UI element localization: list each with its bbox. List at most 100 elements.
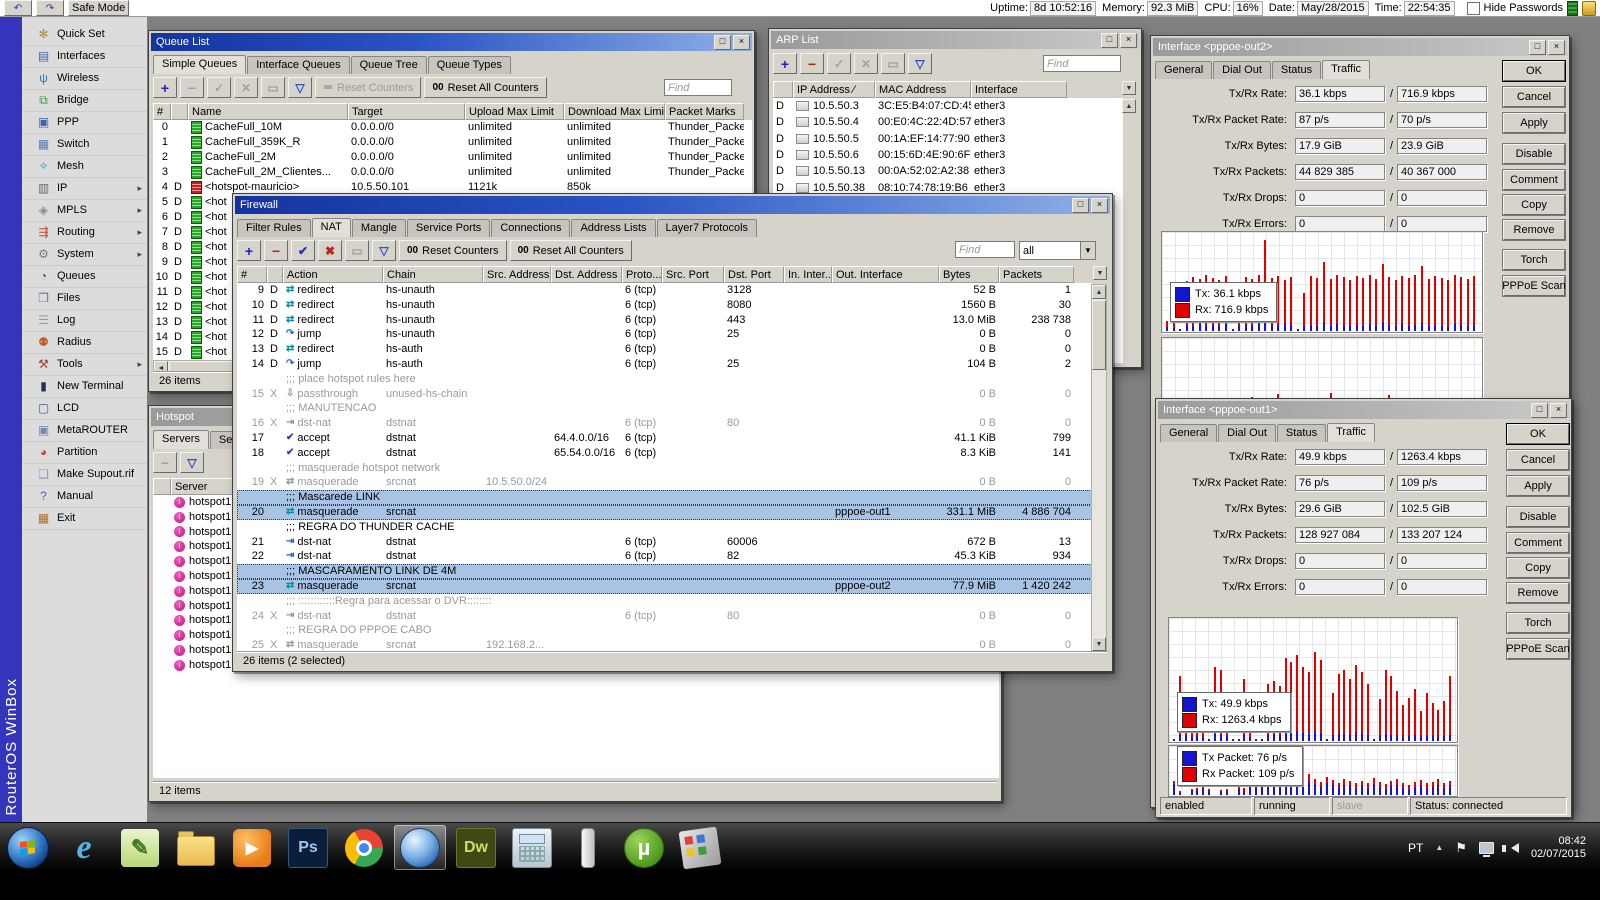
pppoe-out2-tab-dial-out[interactable]: Dial Out bbox=[1213, 61, 1271, 79]
column-header-flag[interactable] bbox=[773, 81, 793, 98]
close-button[interactable]: × bbox=[1550, 402, 1567, 418]
column-menu-button[interactable]: ▼ bbox=[1093, 266, 1107, 280]
pppoe-out2-tab-general[interactable]: General bbox=[1155, 61, 1213, 79]
column-header-flag[interactable] bbox=[171, 103, 188, 120]
disable-button[interactable]: Disable bbox=[1503, 144, 1565, 164]
apply-button[interactable]: Apply bbox=[1503, 113, 1565, 133]
firewall-comment-row[interactable]: ;;; Mascarede LINK bbox=[237, 490, 1092, 505]
comment-button[interactable]: Comment bbox=[1503, 170, 1565, 190]
disable-button[interactable]: ✕ bbox=[854, 53, 878, 74]
remove-button[interactable]: − bbox=[800, 53, 824, 74]
pppoe-out2-tab-status[interactable]: Status bbox=[1271, 61, 1322, 79]
arp-row[interactable]: D 10.5.50.5 00:1A:EF:14:77:90 ether3 bbox=[773, 131, 1123, 147]
close-button[interactable]: × bbox=[1091, 197, 1108, 213]
column-header-[interactable]: # bbox=[153, 103, 171, 120]
volume-icon[interactable] bbox=[1501, 842, 1519, 853]
find-input[interactable] bbox=[664, 79, 732, 96]
disable-button[interactable]: ✕ bbox=[234, 77, 258, 98]
firewall-tab-layer7-protocols[interactable]: Layer7 Protocols bbox=[656, 219, 758, 237]
sidebar-item-metarouter[interactable]: ▣ MetaROUTER bbox=[22, 420, 147, 442]
firewall-rule-row[interactable]: 13 D ⇄ redirect hs-auth 6 (tcp) 0 B 0 bbox=[237, 342, 1092, 357]
pppoe-out2-tab-traffic[interactable]: Traffic bbox=[1322, 60, 1371, 79]
column-header-mac-address[interactable]: MAC Address bbox=[875, 81, 971, 98]
firewall-rule-row[interactable]: 11 D ⇄ redirect hs-unauth 6 (tcp) 443 13.0 MiB 2… bbox=[237, 313, 1092, 328]
remove-button[interactable]: Remove bbox=[1507, 583, 1569, 603]
sidebar-item-interfaces[interactable]: ▤ Interfaces bbox=[22, 46, 147, 68]
firewall-comment-row[interactable]: ;;; MASCARAMENTO LINK DE 4M bbox=[237, 564, 1092, 579]
sidebar-item-partition[interactable]: ◕ Partition bbox=[22, 442, 147, 464]
sidebar-item-radius[interactable]: ⚉ Radius bbox=[22, 332, 147, 354]
coreldraw-icon[interactable]: ✎ bbox=[114, 825, 166, 870]
firewall-comment-row[interactable]: ;;; masquerade hotspot network bbox=[237, 461, 1092, 476]
pppoe-scan-button[interactable]: PPPoE Scan bbox=[1506, 639, 1570, 659]
file-explorer-icon[interactable] bbox=[170, 825, 222, 870]
sidebar-item-ip[interactable]: ▥ IP ▸ bbox=[22, 178, 147, 200]
enable-button[interactable]: ✔ bbox=[291, 240, 315, 261]
firewall-rule-row[interactable]: 9 D ⇄ redirect hs-unauth 6 (tcp) 3128 52 B 1 bbox=[237, 283, 1092, 298]
queue-row[interactable]: 1 CacheFull_359K_R 0.0.0.0/0 unlimited unlim… bbox=[153, 135, 752, 150]
firewall-comment-row[interactable]: ;;; place hotspot rules here bbox=[237, 372, 1092, 387]
firewall-rule-row[interactable]: 15 X ⇩ passthrough unused-hs-chain 0 B 0 bbox=[237, 387, 1092, 402]
sidebar-item-log[interactable]: ☰ Log bbox=[22, 310, 147, 332]
disable-button[interactable]: ✖ bbox=[318, 240, 342, 261]
sidebar-item-exit[interactable]: ▦ Exit bbox=[22, 508, 147, 530]
queue-tab-queue-types[interactable]: Queue Types bbox=[427, 56, 511, 74]
comment-button[interactable]: ▭ bbox=[881, 53, 905, 74]
hotspot-tab-servers[interactable]: Servers bbox=[153, 430, 209, 449]
add-button[interactable]: + bbox=[153, 77, 177, 98]
sidebar-item-system[interactable]: ⚙ System ▸ bbox=[22, 244, 147, 266]
add-button[interactable]: + bbox=[237, 240, 261, 261]
sidebar-item-bridge[interactable]: ⧉ Bridge bbox=[22, 90, 147, 112]
maximize-button[interactable]: □ bbox=[1531, 402, 1548, 418]
language-indicator[interactable]: PT bbox=[1408, 841, 1423, 855]
firewall-rule-row[interactable]: 12 D ↷ jump hs-unauth 6 (tcp) 25 0 B 0 bbox=[237, 327, 1092, 342]
column-header-bytes[interactable]: Bytes bbox=[939, 266, 999, 283]
firewall-rule-row[interactable]: 17 ✔ accept dstnat 64.4.0.0/16 6 (tcp) 41.1 Ki… bbox=[237, 431, 1092, 446]
arp-row[interactable]: D 10.5.50.4 00:E0:4C:22:4D:57 ether3 bbox=[773, 114, 1123, 130]
column-header-packets[interactable]: Packets bbox=[999, 266, 1074, 283]
find-input[interactable] bbox=[955, 241, 1015, 258]
arp-row[interactable]: D 10.5.50.3 3C:E5:B4:07:CD:45 ether3 bbox=[773, 98, 1123, 114]
chevron-down-icon[interactable]: ▼ bbox=[1080, 242, 1095, 259]
sidebar-item-tools[interactable]: ⚒ Tools ▸ bbox=[22, 354, 147, 376]
sidebar-item-manual[interactable]: ? Manual bbox=[22, 486, 147, 508]
sidebar-item-quick-set[interactable]: ✻ Quick Set bbox=[22, 24, 147, 46]
firewall-comment-row[interactable]: ;;; ::::::::::::Regra para acessar o DVR… bbox=[237, 594, 1092, 609]
pppoe-out1-tab-traffic[interactable]: Traffic bbox=[1327, 423, 1376, 442]
utorrent-icon[interactable]: µ bbox=[618, 825, 670, 870]
redo-button[interactable]: ↷ bbox=[36, 0, 64, 16]
firewall-rule-row[interactable]: 24 X ⇥ dst-nat dstnat 6 (tcp) 80 0 B 0 bbox=[237, 609, 1092, 624]
remove-button[interactable]: − bbox=[264, 240, 288, 261]
firewall-rule-row[interactable]: 20 ⇄ masquerade srcnat pppoe-out1 331.1 MiB 4 … bbox=[237, 504, 1092, 520]
queue-tab-interface-queues[interactable]: Interface Queues bbox=[247, 56, 350, 74]
media-player-icon[interactable]: ▶ bbox=[226, 825, 278, 870]
reset-all-counters-button[interactable]: 00 Reset All Counters bbox=[424, 77, 547, 98]
usb-device-icon[interactable] bbox=[562, 825, 614, 870]
column-header-src-port[interactable]: Src. Port bbox=[662, 266, 724, 283]
column-header-proto[interactable]: Proto... bbox=[622, 266, 662, 283]
firewall-rule-row[interactable]: 10 D ⇄ redirect hs-unauth 6 (tcp) 8080 1560 B 30 bbox=[237, 298, 1092, 313]
remove-button[interactable]: − bbox=[180, 77, 204, 98]
sidebar-item-ppp[interactable]: ▣ PPP bbox=[22, 112, 147, 134]
winbox-icon[interactable] bbox=[394, 825, 446, 870]
cancel-button[interactable]: Cancel bbox=[1503, 87, 1565, 107]
close-button[interactable]: × bbox=[1120, 32, 1137, 48]
pppoe-out1-tab-general[interactable]: General bbox=[1160, 424, 1218, 442]
close-button[interactable]: × bbox=[1548, 39, 1565, 55]
comment-button[interactable]: ▭ bbox=[261, 77, 285, 98]
firewall-tab-service-ports[interactable]: Service Ports bbox=[406, 219, 491, 237]
column-header-dst-address[interactable]: Dst. Address bbox=[551, 266, 622, 283]
reset-counters-button[interactable]: 00 Reset Counters bbox=[399, 240, 507, 261]
reset-counters-button[interactable]: ≔ Reset Counters bbox=[315, 77, 422, 98]
maximize-button[interactable]: □ bbox=[1101, 32, 1118, 48]
maximize-button[interactable]: □ bbox=[1072, 197, 1089, 213]
column-header-chain[interactable]: Chain bbox=[383, 266, 483, 283]
queue-list-titlebar[interactable]: Queue List □ × bbox=[151, 33, 752, 51]
show-hidden-icons-button[interactable]: ▲ bbox=[1435, 843, 1443, 852]
firewall-rule-row[interactable]: 21 ⇥ dst-nat dstnat 6 (tcp) 60006 672 B 13 bbox=[237, 535, 1092, 550]
column-header-src-address[interactable]: Src. Address bbox=[483, 266, 551, 283]
chain-filter-select[interactable]: all ▼ bbox=[1019, 241, 1096, 260]
sidebar-item-switch[interactable]: ▦ Switch bbox=[22, 134, 147, 156]
queue-row[interactable]: 2 CacheFull_2M 0.0.0.0/0 unlimited unlimited… bbox=[153, 150, 752, 165]
hide-passwords-checkbox[interactable] bbox=[1466, 1, 1480, 15]
